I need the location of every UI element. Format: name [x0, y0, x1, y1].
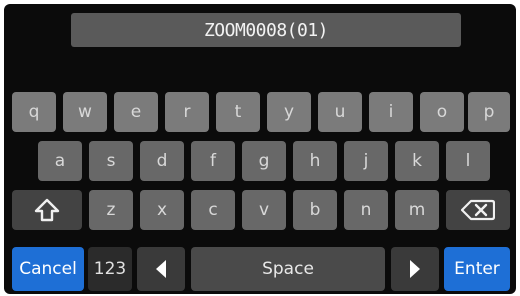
right-arrow-icon [410, 260, 420, 278]
key-p[interactable]: p [468, 92, 510, 132]
key-d[interactable]: d [140, 141, 184, 181]
cursor-left-button[interactable] [137, 247, 185, 291]
key-e[interactable]: e [114, 92, 158, 132]
key-r[interactable]: r [165, 92, 209, 132]
key-j[interactable]: j [344, 141, 388, 181]
key-o[interactable]: o [420, 92, 464, 132]
key-a[interactable]: a [38, 141, 82, 181]
key-l[interactable]: l [446, 141, 490, 181]
backspace-key[interactable] [446, 190, 510, 230]
left-arrow-icon [156, 260, 166, 278]
space-key[interactable]: Space [191, 247, 385, 291]
shift-key[interactable] [12, 190, 82, 230]
key-b[interactable]: b [293, 190, 337, 230]
key-t[interactable]: t [216, 92, 260, 132]
key-m[interactable]: m [395, 190, 439, 230]
key-s[interactable]: s [89, 141, 133, 181]
shift-arrow-icon [34, 198, 60, 222]
key-y[interactable]: y [267, 92, 311, 132]
key-i[interactable]: i [369, 92, 413, 132]
cancel-button[interactable]: Cancel [12, 247, 84, 291]
key-c[interactable]: c [191, 190, 235, 230]
key-z[interactable]: z [89, 190, 133, 230]
enter-button[interactable]: Enter [444, 247, 510, 291]
key-k[interactable]: k [395, 141, 439, 181]
key-v[interactable]: v [242, 190, 286, 230]
key-n[interactable]: n [344, 190, 388, 230]
key-h[interactable]: h [293, 141, 337, 181]
name-input-field[interactable]: ZOOM0008(01) [71, 13, 461, 47]
cursor-right-button[interactable] [391, 247, 439, 291]
key-g[interactable]: g [242, 141, 286, 181]
key-w[interactable]: w [63, 92, 107, 132]
key-x[interactable]: x [140, 190, 184, 230]
key-u[interactable]: u [318, 92, 362, 132]
numbers-key[interactable]: 123 [88, 247, 132, 291]
key-q[interactable]: q [12, 92, 56, 132]
backspace-icon [461, 199, 495, 221]
keyboard-screen: ZOOM0008(01) q w e r t y u i o p a s d f… [4, 4, 516, 294]
key-f[interactable]: f [191, 141, 235, 181]
